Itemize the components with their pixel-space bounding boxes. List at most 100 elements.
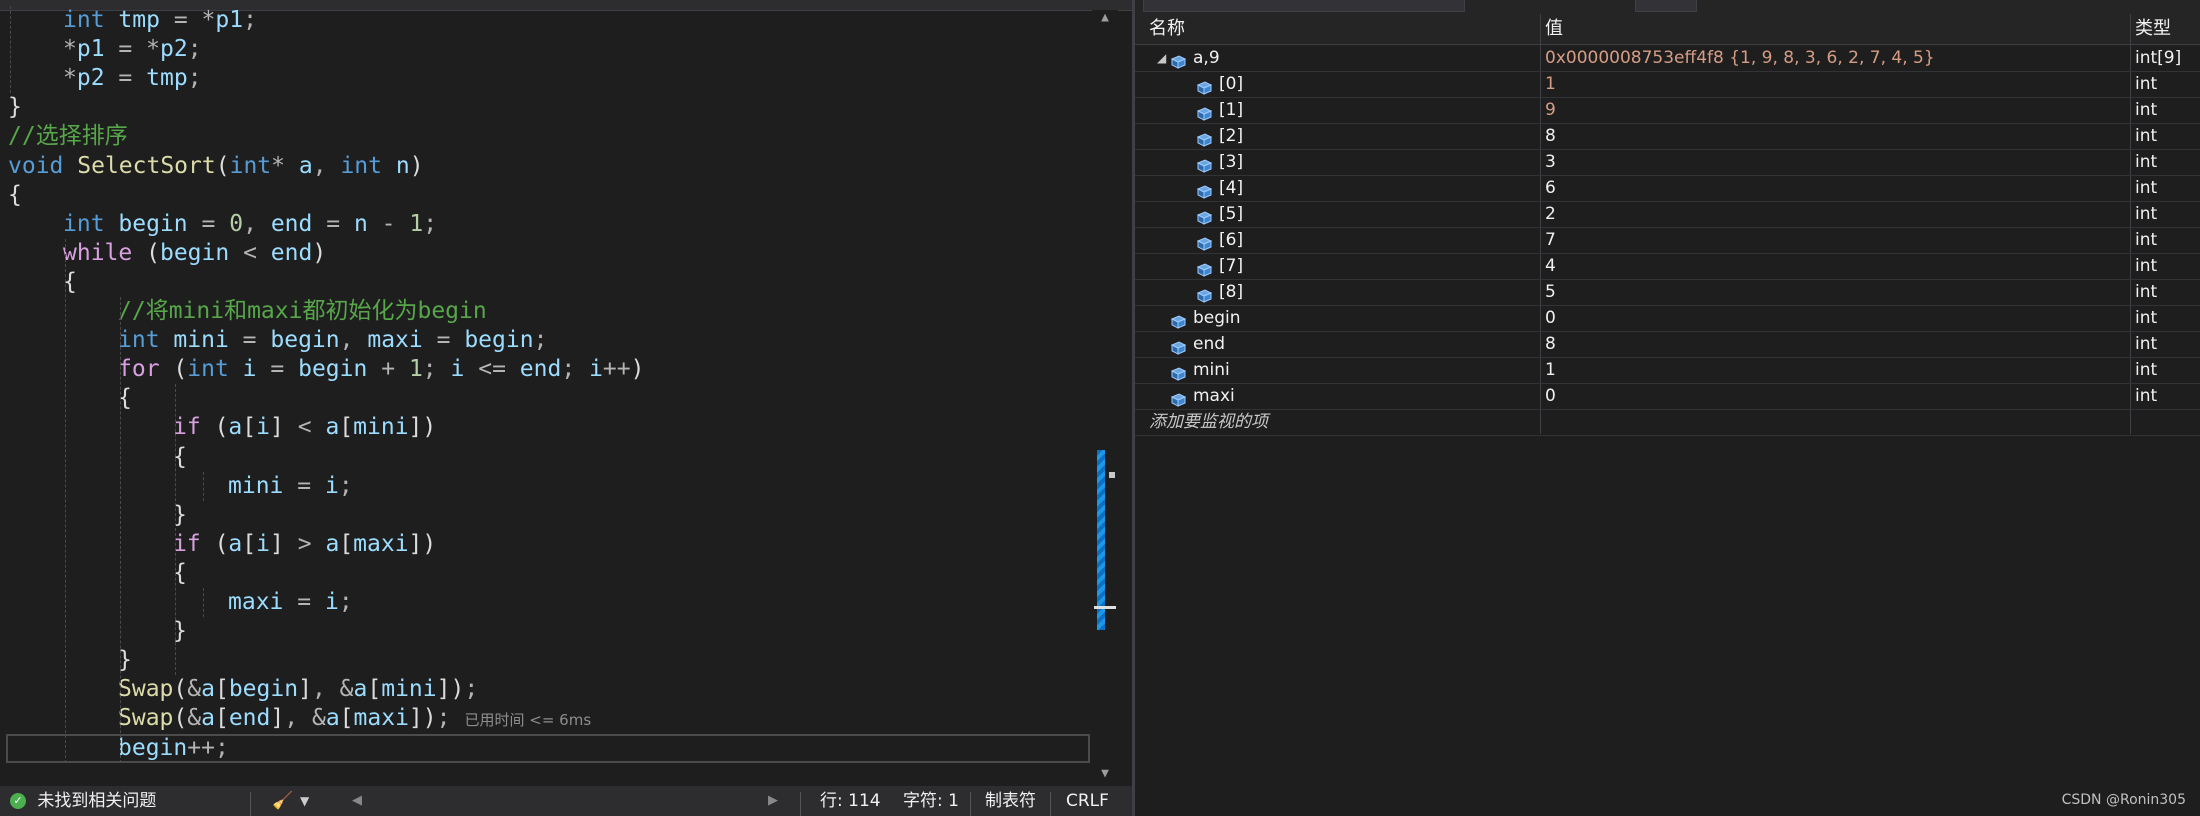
- code-line[interactable]: //将mini和maxi都初始化为begin: [118, 297, 487, 326]
- watch-value[interactable]: 6: [1545, 175, 1556, 201]
- watch-value[interactable]: 4: [1545, 253, 1556, 279]
- watch-row[interactable]: [5] 2 int: [1135, 201, 2200, 228]
- scroll-down-icon[interactable]: ▼: [1092, 766, 1118, 781]
- collapse-arrow-icon[interactable]: ◢: [1157, 45, 1166, 71]
- watch-type: int: [2135, 204, 2158, 224]
- watch-name[interactable]: [8]: [1219, 282, 1243, 302]
- watch-row[interactable]: mini 1 int: [1135, 357, 2200, 384]
- header-name[interactable]: 名称: [1149, 14, 1185, 44]
- watch-value[interactable]: 5: [1545, 279, 1556, 305]
- watch-value[interactable]: 8: [1545, 331, 1556, 357]
- header-type[interactable]: 类型: [2135, 14, 2171, 44]
- scroll-thumb[interactable]: [1097, 450, 1105, 630]
- code-line[interactable]: *p2 = tmp;: [63, 64, 202, 93]
- watch-value[interactable]: 8: [1545, 123, 1556, 149]
- watch-name[interactable]: [2]: [1219, 126, 1243, 146]
- code-line[interactable]: for (int i = begin + 1; i <= end; i++): [118, 355, 644, 384]
- watch-name[interactable]: [3]: [1219, 152, 1243, 172]
- code-line[interactable]: mini = i;: [228, 472, 353, 501]
- code-token: mini: [228, 472, 284, 499]
- watch-value[interactable]: 1: [1545, 71, 1556, 97]
- scroll-left-icon[interactable]: ◀: [352, 786, 362, 816]
- code-line[interactable]: maxi = i;: [228, 588, 353, 617]
- code-line[interactable]: int tmp = *p1;: [63, 6, 257, 35]
- code-token: ]: [408, 705, 423, 732]
- code-line[interactable]: int begin = 0, end = n - 1;: [63, 210, 437, 239]
- code-line[interactable]: if (a[i] < a[mini]): [173, 413, 436, 442]
- code-line[interactable]: Swap(&a[begin], &a[mini]);: [118, 675, 478, 704]
- variable-icon: [1195, 155, 1213, 173]
- watch-name[interactable]: a,9: [1193, 48, 1220, 68]
- code-line[interactable]: }: [8, 93, 22, 122]
- watch-name[interactable]: maxi: [1193, 386, 1235, 406]
- watch-name[interactable]: [7]: [1219, 256, 1243, 276]
- watch-value[interactable]: 2: [1545, 201, 1556, 227]
- watch-row[interactable]: [8] 5 int: [1135, 279, 2200, 306]
- watch-row[interactable]: maxi 0 int: [1135, 383, 2200, 410]
- search-depth-input[interactable]: [1635, 0, 1697, 12]
- watch-value[interactable]: 0x0000008753eff4f8 {1, 9, 8, 3, 6, 2, 7,…: [1545, 45, 1935, 71]
- code-area[interactable]: int tmp = *p1; *p1 = *p2; *p2 = tmp;}//选择排…: [0, 6, 1092, 786]
- code-token: ,: [312, 152, 327, 179]
- chevron-down-icon[interactable]: ▼: [300, 786, 309, 816]
- divider: [250, 792, 251, 816]
- tabs-mode[interactable]: 制表符: [985, 786, 1036, 816]
- code-line[interactable]: if (a[i] > a[maxi]): [173, 530, 436, 559]
- watch-row[interactable]: [3] 3 int: [1135, 149, 2200, 176]
- watch-name[interactable]: [1]: [1219, 100, 1243, 120]
- code-line[interactable]: //选择排序: [8, 122, 128, 151]
- variable-icon: [1195, 77, 1213, 95]
- watch-row[interactable]: ◢ a,9 0x0000008753eff4f8 {1, 9, 8, 3, 6, 2…: [1135, 45, 2200, 72]
- watch-row[interactable]: [1] 9 int: [1135, 97, 2200, 124]
- watch-row[interactable]: [4] 6 int: [1135, 175, 2200, 202]
- code-cleanup-icon[interactable]: 🧹: [272, 786, 293, 816]
- watch-row[interactable]: end 8 int: [1135, 331, 2200, 358]
- code-token: mini: [173, 327, 229, 354]
- scroll-right-icon[interactable]: ▶: [768, 786, 778, 816]
- indent-guide: [175, 384, 176, 676]
- code-line[interactable]: *p1 = *p2;: [63, 35, 202, 64]
- code-token: =: [297, 472, 312, 499]
- watch-value[interactable]: 1: [1545, 357, 1556, 383]
- watch-name[interactable]: [4]: [1219, 178, 1243, 198]
- header-value[interactable]: 值: [1545, 14, 1563, 44]
- watch-value[interactable]: 0: [1545, 383, 1556, 409]
- watch-name[interactable]: mini: [1193, 360, 1230, 380]
- watch-row[interactable]: [0] 1 int: [1135, 71, 2200, 98]
- code-line[interactable]: while (begin < end): [63, 239, 326, 268]
- watch-value[interactable]: 7: [1545, 227, 1556, 253]
- watch-name[interactable]: [0]: [1219, 74, 1243, 94]
- watch-name[interactable]: [6]: [1219, 230, 1243, 250]
- watch-name[interactable]: end: [1193, 334, 1225, 354]
- code-token: 0: [229, 210, 244, 237]
- code-line[interactable]: Swap(&a[end], &a[maxi]); 已用时间 <= 6ms: [118, 704, 591, 733]
- code-line[interactable]: void SelectSort(int* a, int n): [8, 152, 424, 181]
- code-token: i: [450, 356, 465, 383]
- scroll-up-icon[interactable]: ▲: [1092, 10, 1118, 25]
- char-number[interactable]: 字符: 1: [903, 786, 959, 816]
- vertical-scrollbar[interactable]: ▲ ▼: [1092, 10, 1118, 786]
- watch-value[interactable]: 3: [1545, 149, 1556, 175]
- add-watch-prompt[interactable]: 添加要监视的项: [1149, 409, 1268, 435]
- watch-row[interactable]: begin 0 int: [1135, 305, 2200, 332]
- watch-type: int: [2135, 360, 2158, 380]
- code-editor[interactable]: int tmp = *p1; *p1 = *p2; *p2 = tmp;}//选择排…: [0, 0, 1132, 816]
- code-token: 1: [409, 210, 424, 237]
- watch-value[interactable]: 0: [1545, 305, 1556, 331]
- watch-value[interactable]: 9: [1545, 97, 1556, 123]
- search-input[interactable]: [1143, 0, 1465, 12]
- watch-name[interactable]: begin: [1193, 308, 1241, 328]
- code-line[interactable]: {: [8, 181, 22, 210]
- watch-row[interactable]: [6] 7 int: [1135, 227, 2200, 254]
- code-token: while: [63, 239, 133, 266]
- watch-name[interactable]: [5]: [1219, 204, 1243, 224]
- watch-row[interactable]: [7] 4 int: [1135, 253, 2200, 280]
- code-line[interactable]: int mini = begin, maxi = begin;: [118, 326, 547, 355]
- watch-row[interactable]: [2] 8 int: [1135, 123, 2200, 150]
- line-number[interactable]: 行: 114: [820, 786, 881, 816]
- issues-indicator[interactable]: ✓ 未找到相关问题: [10, 786, 156, 816]
- code-token: //选择排序: [8, 123, 128, 150]
- add-watch-row[interactable]: 添加要监视的项: [1135, 409, 2200, 436]
- code-token: (: [173, 356, 188, 383]
- line-ending[interactable]: CRLF: [1066, 786, 1109, 816]
